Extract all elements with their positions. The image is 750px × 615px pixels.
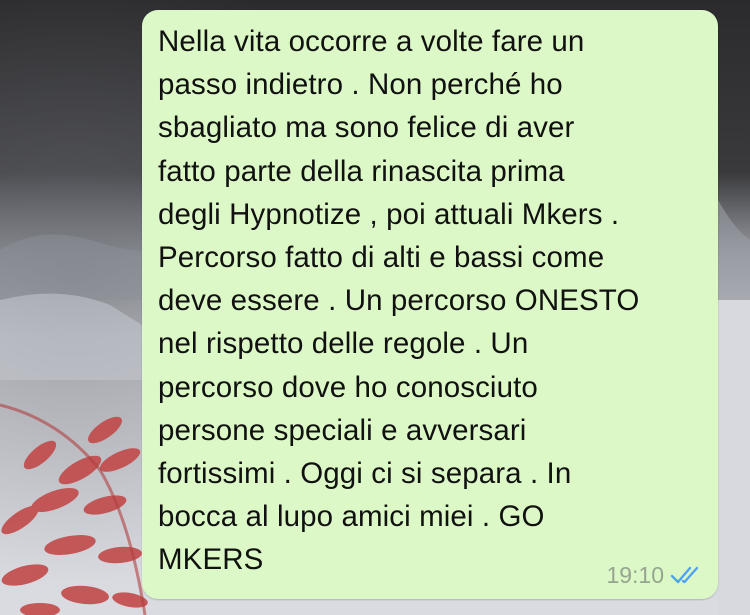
message-meta: 19:10 — [606, 562, 704, 588]
message-line: Nella vita occorre a volte fare un — [158, 25, 585, 58]
message-timestamp: 19:10 — [606, 562, 664, 588]
message-bubble[interactable]: Nella vita occorre a volte fare un passo… — [142, 10, 718, 599]
message-line: bocca al lupo amici miei . GO — [158, 500, 545, 534]
message-line: fortissimi . Oggi ci si separa . In — [158, 457, 572, 491]
read-double-check-icon — [670, 564, 704, 586]
message-line: fatto parte della rinascita prima — [158, 154, 565, 188]
message-line: nel rispetto delle regole . Un — [158, 327, 529, 361]
message-line: passo indietro . Non perché ho — [158, 68, 563, 102]
message-line: persone speciali e avversari — [158, 413, 527, 447]
message-line: percorso dove ho conosciuto — [158, 370, 538, 404]
message-line: deve essere . Un percorso ONESTO — [158, 284, 640, 318]
message-line: MKERS — [158, 543, 264, 577]
message-line: sbagliato ma sono felice di aver — [158, 111, 575, 145]
message-line: Percorso fatto di alti e bassi come — [158, 241, 605, 275]
message-line: degli Hypnotize , poi attuali Mkers . — [158, 197, 620, 231]
message-text: Nella vita occorre a volte fare un passo… — [158, 20, 706, 582]
